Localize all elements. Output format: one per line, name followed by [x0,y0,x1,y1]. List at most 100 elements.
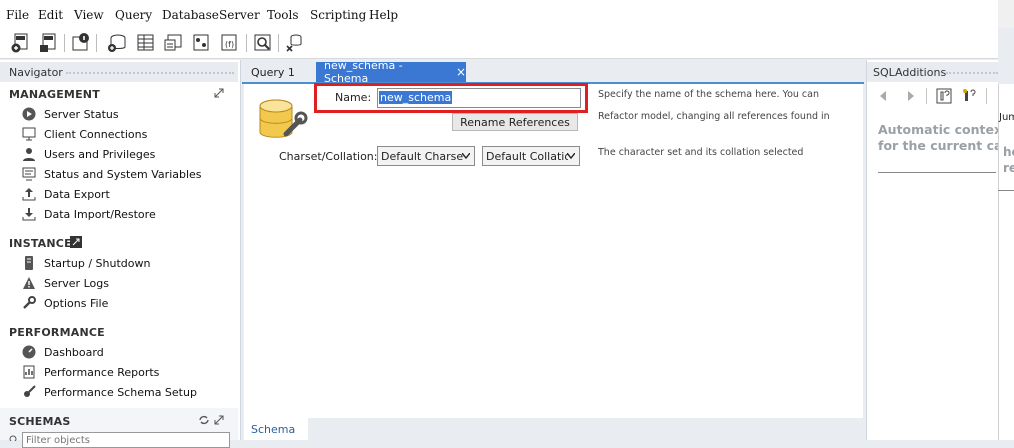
download-icon [22,208,36,221]
nav-item-performance-reports[interactable]: Performance Reports [22,363,159,381]
user-icon [23,148,35,161]
new-sql-tab-icon[interactable] [10,32,32,54]
reconnect-icon[interactable] [284,32,306,54]
charset-collation-label: Charset/Collation: [279,150,378,163]
gauge-icon [22,345,36,359]
toolbar-separator [986,88,987,104]
toolbar-separator [246,34,247,52]
nav-item-label: Data Import/Restore [44,207,156,221]
report-icon [23,365,35,379]
create-schema-icon[interactable] [106,32,128,54]
toolbar-separator [926,88,927,104]
context-help-icon[interactable] [936,88,952,104]
menu-file[interactable]: File [6,8,29,22]
header-grip [66,72,234,74]
close-icon[interactable]: × [456,65,466,79]
schema-editor [244,84,863,418]
toolbar-separator [96,34,97,52]
nav-item-label: Startup / Shutdown [44,256,151,270]
menu-view[interactable]: View [74,8,104,22]
toolbar-separator [278,34,279,52]
forward-arrow-icon[interactable] [906,90,916,102]
tab-label: Query 1 [251,65,295,79]
nav-item-server-logs[interactable]: Server Logs [22,274,109,292]
back-arrow-icon[interactable] [878,90,888,102]
nav-item-options-file[interactable]: Options File [22,294,108,312]
search-icon [9,435,17,441]
play-circle-icon [22,107,36,121]
collation-value: Default Collation [486,149,568,163]
menu-database[interactable]: Database [162,8,219,22]
context-help-line-2: for the current ca [878,138,998,153]
tab-query-1[interactable]: Query 1 [244,62,314,82]
expand-icon[interactable] [214,88,224,98]
editor-bottom-tabs [244,418,863,440]
nav-item-label: Performance Schema Setup [44,385,197,399]
menu-tools[interactable]: Tools [267,8,299,22]
search-table-data-icon[interactable] [252,32,274,54]
right-partial-panel [998,84,1014,440]
navigator-title: Navigator [9,66,63,79]
rename-references-button[interactable]: Rename References [452,113,578,131]
refresh-icon[interactable] [198,415,210,425]
create-view-icon[interactable] [162,32,184,54]
nav-item-users-privileges[interactable]: Users and Privileges [22,145,155,163]
sql-additions-title: SQLAdditions [873,66,947,79]
schemas-filter-input[interactable] [22,432,230,448]
instance-title: INSTANCE [9,237,72,250]
name-help-line-1: Specify the name of the schema here. You… [598,89,819,100]
create-table-icon[interactable] [134,32,156,54]
tab-label: new_schema - Schema [324,59,403,85]
upload-icon [22,188,36,201]
collation-select[interactable]: Default Collation [482,146,580,166]
create-function-icon[interactable]: (f) [218,32,240,54]
performance-title: PERFORMANCE [9,326,105,339]
menu-query[interactable]: Query [115,8,152,22]
menu-bar-right-edge [998,0,1014,28]
jump-label[interactable]: Jum [999,112,1014,123]
partial-text-2: ret [1003,161,1014,175]
nav-item-label: Performance Reports [44,365,160,379]
chevron-down-icon [462,153,470,159]
nav-item-data-import[interactable]: Data Import/Restore [22,205,156,223]
divider [878,172,996,173]
monitor-icon [22,167,36,181]
rename-references-label: Rename References [460,115,570,129]
divider [998,190,1014,191]
nav-item-label: Options File [44,296,109,310]
nav-item-client-connections[interactable]: Client Connections [22,125,147,143]
header-grip [946,72,998,74]
name-help-line-2: Refactor model, changing all references … [598,111,830,122]
menu-scripting[interactable]: Scripting [310,8,366,22]
nav-item-startup-shutdown[interactable]: Startup / Shutdown [22,254,150,272]
charset-value: Default Charset [381,149,463,163]
context-help-line-1: Automatic context [878,122,998,137]
tab-new-schema[interactable]: new_schema - Schema × [316,59,466,85]
nav-item-schema-setup[interactable]: Performance Schema Setup [22,383,197,401]
nav-item-label: Data Export [44,187,110,201]
nav-item-dashboard[interactable]: Dashboard [22,343,104,361]
inspector-icon[interactable] [70,32,92,54]
menu-help[interactable]: Help [369,8,398,22]
nav-item-status-variables[interactable]: Status and System Variables [22,165,202,183]
warning-icon [23,277,35,289]
chevron-down-icon [567,153,575,159]
open-sql-script-icon[interactable] [38,32,60,54]
monitor-icon [22,127,36,141]
tab-schema-label: Schema [251,422,296,436]
tab-schema[interactable]: Schema [244,418,308,440]
create-procedure-icon[interactable] [190,32,212,54]
nav-item-server-status[interactable]: Server Status [22,105,119,123]
nav-item-label: Server Logs [44,276,109,290]
expand-icon[interactable] [214,415,224,425]
server-icon [25,256,33,270]
menu-server[interactable]: Server [219,8,260,22]
auto-context-help-icon[interactable] [962,88,978,104]
charset-select[interactable]: Default Charset [377,146,475,166]
right-partial-header [998,60,1014,84]
menu-edit[interactable]: Edit [38,8,63,22]
nav-item-data-export[interactable]: Data Export [22,185,110,203]
sql-additions-panel [866,60,999,440]
schemas-title: SCHEMAS [9,415,71,428]
partial-text-1: he [1003,145,1014,159]
